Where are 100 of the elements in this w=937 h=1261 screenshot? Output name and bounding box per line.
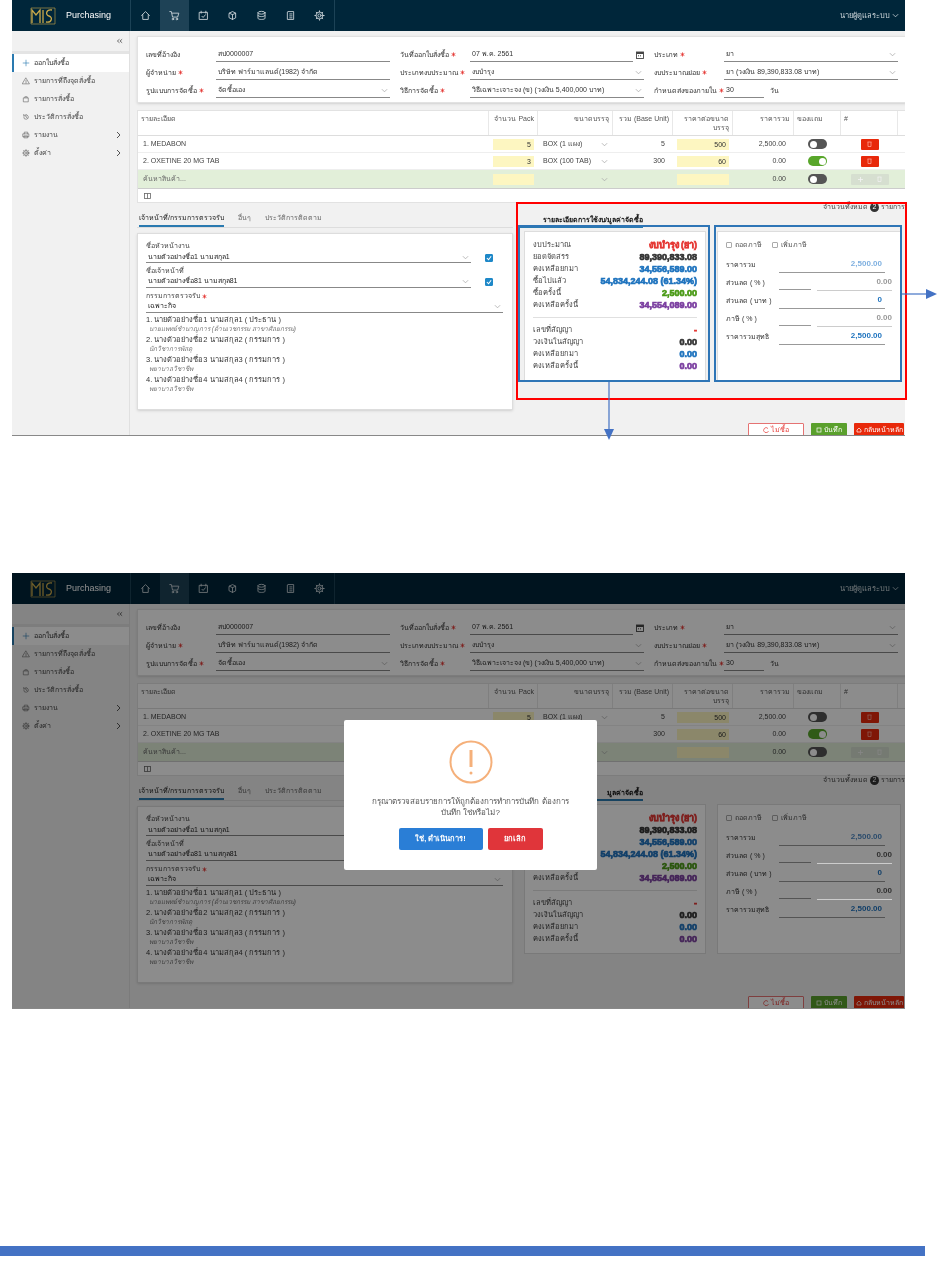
input-field[interactable] <box>493 173 534 185</box>
chevron-right-icon <box>116 722 121 730</box>
plus-icon <box>857 176 863 182</box>
chevron-right-icon <box>116 131 121 139</box>
toggle-switch[interactable] <box>808 139 827 149</box>
toggle-switch[interactable] <box>808 747 827 757</box>
trash-icon <box>867 141 872 147</box>
input-field[interactable]: 2,500.00 <box>779 830 885 846</box>
chevron-down-icon <box>601 141 608 147</box>
required-icon <box>719 661 724 667</box>
input-field[interactable]: 0.00 <box>817 275 892 291</box>
required-icon <box>680 625 685 631</box>
budget-value: 34,556,589.00 <box>639 836 697 848</box>
checkbox[interactable] <box>772 815 778 822</box>
checkbox[interactable] <box>485 253 493 262</box>
required-icon <box>702 70 707 76</box>
settings-icon <box>314 583 325 594</box>
checkbox[interactable] <box>772 242 778 249</box>
history-icon <box>22 686 30 694</box>
calendar-icon[interactable] <box>636 51 644 59</box>
columns-icon[interactable] <box>144 192 151 199</box>
budget-value: 0.00 <box>679 909 697 921</box>
delete-button[interactable] <box>860 728 879 740</box>
arrow <box>604 382 614 440</box>
checkbox[interactable] <box>485 278 493 286</box>
budget-value: 0.00 <box>679 921 697 933</box>
required-icon <box>440 661 445 667</box>
chevron-down-icon <box>462 279 469 284</box>
input-field[interactable] <box>677 173 729 185</box>
toggle-switch[interactable] <box>808 174 827 184</box>
chevron-down-icon <box>494 304 501 309</box>
delete-button[interactable] <box>860 138 879 150</box>
input-field[interactable]: 0 <box>779 866 885 882</box>
collapse-icon[interactable] <box>116 38 123 44</box>
required-icon <box>202 293 207 299</box>
required-icon <box>451 52 456 58</box>
app-title: Purchasing <box>66 8 112 22</box>
calendar-icon[interactable] <box>636 624 644 632</box>
settings-icon <box>22 149 30 157</box>
chevron-down-icon <box>635 88 642 93</box>
required-icon <box>680 52 685 58</box>
save-icon <box>816 1000 822 1006</box>
input-field[interactable]: 0 <box>779 293 885 309</box>
app-title: Purchasing <box>66 581 112 595</box>
checkbox[interactable] <box>726 242 732 249</box>
printer-icon <box>22 704 30 712</box>
chevron-down-icon <box>889 625 896 630</box>
budget-value: 2,500.00 <box>661 287 697 299</box>
checkbox[interactable] <box>726 815 732 822</box>
chevron-down-icon <box>635 643 642 648</box>
input-field[interactable]: 0.00 <box>817 884 892 900</box>
budget-value: 34,556,589.00 <box>639 263 697 275</box>
chevron-right-icon <box>116 149 121 157</box>
document-icon <box>285 10 296 21</box>
nav-tab[interactable] <box>160 0 189 31</box>
chevron-down-icon <box>892 586 899 591</box>
required-icon <box>451 625 456 631</box>
chevron-down-icon <box>494 877 501 882</box>
home-icon <box>855 1000 862 1006</box>
budget-value: - <box>694 324 697 336</box>
toggle-switch[interactable] <box>808 729 827 739</box>
cart-icon <box>169 583 180 594</box>
chevron-down-icon <box>381 661 388 666</box>
database-icon <box>256 10 267 21</box>
input-field[interactable]: 0.00 <box>817 848 892 864</box>
input-field[interactable]: 2,500.00 <box>779 902 885 918</box>
chevron-down-icon <box>635 70 642 75</box>
package-icon <box>227 583 238 594</box>
budget-value: งบบำรุง (ยา) <box>648 812 697 824</box>
input-field[interactable]: 0.00 <box>817 311 892 327</box>
warning-icon <box>22 650 30 658</box>
chevron-down-icon <box>635 661 642 666</box>
settings-icon <box>314 10 325 21</box>
required-icon <box>719 88 724 94</box>
budget-value: 0.00 <box>679 348 697 360</box>
chevron-down-icon <box>462 254 469 260</box>
required-icon <box>460 643 465 649</box>
calendar-check-icon <box>198 583 209 594</box>
chevron-down-icon <box>889 52 896 57</box>
chevron-down-icon <box>889 70 896 75</box>
delete-button[interactable] <box>860 155 879 167</box>
delete-button[interactable] <box>860 711 879 723</box>
budget-value: 54,834,244.08 (61.34%) <box>600 275 697 287</box>
toggle-switch[interactable] <box>808 712 827 722</box>
chevron-down-icon <box>601 158 608 164</box>
settings-icon <box>22 722 30 730</box>
plus-icon <box>22 632 30 640</box>
plus-icon <box>22 59 30 67</box>
printer-icon <box>22 131 30 139</box>
home-icon <box>140 583 151 594</box>
toggle-switch[interactable] <box>808 156 827 166</box>
home-icon <box>140 10 151 21</box>
required-icon <box>178 643 183 649</box>
budget-value: 89,390,833.08 <box>639 251 697 263</box>
collapse-icon[interactable] <box>116 611 123 617</box>
chevron-down-icon <box>889 643 896 648</box>
chevron-right-icon <box>116 704 121 712</box>
input-field[interactable]: 2,500.00 <box>779 329 885 345</box>
columns-icon[interactable] <box>144 765 151 772</box>
chevron-down-icon <box>892 13 899 18</box>
